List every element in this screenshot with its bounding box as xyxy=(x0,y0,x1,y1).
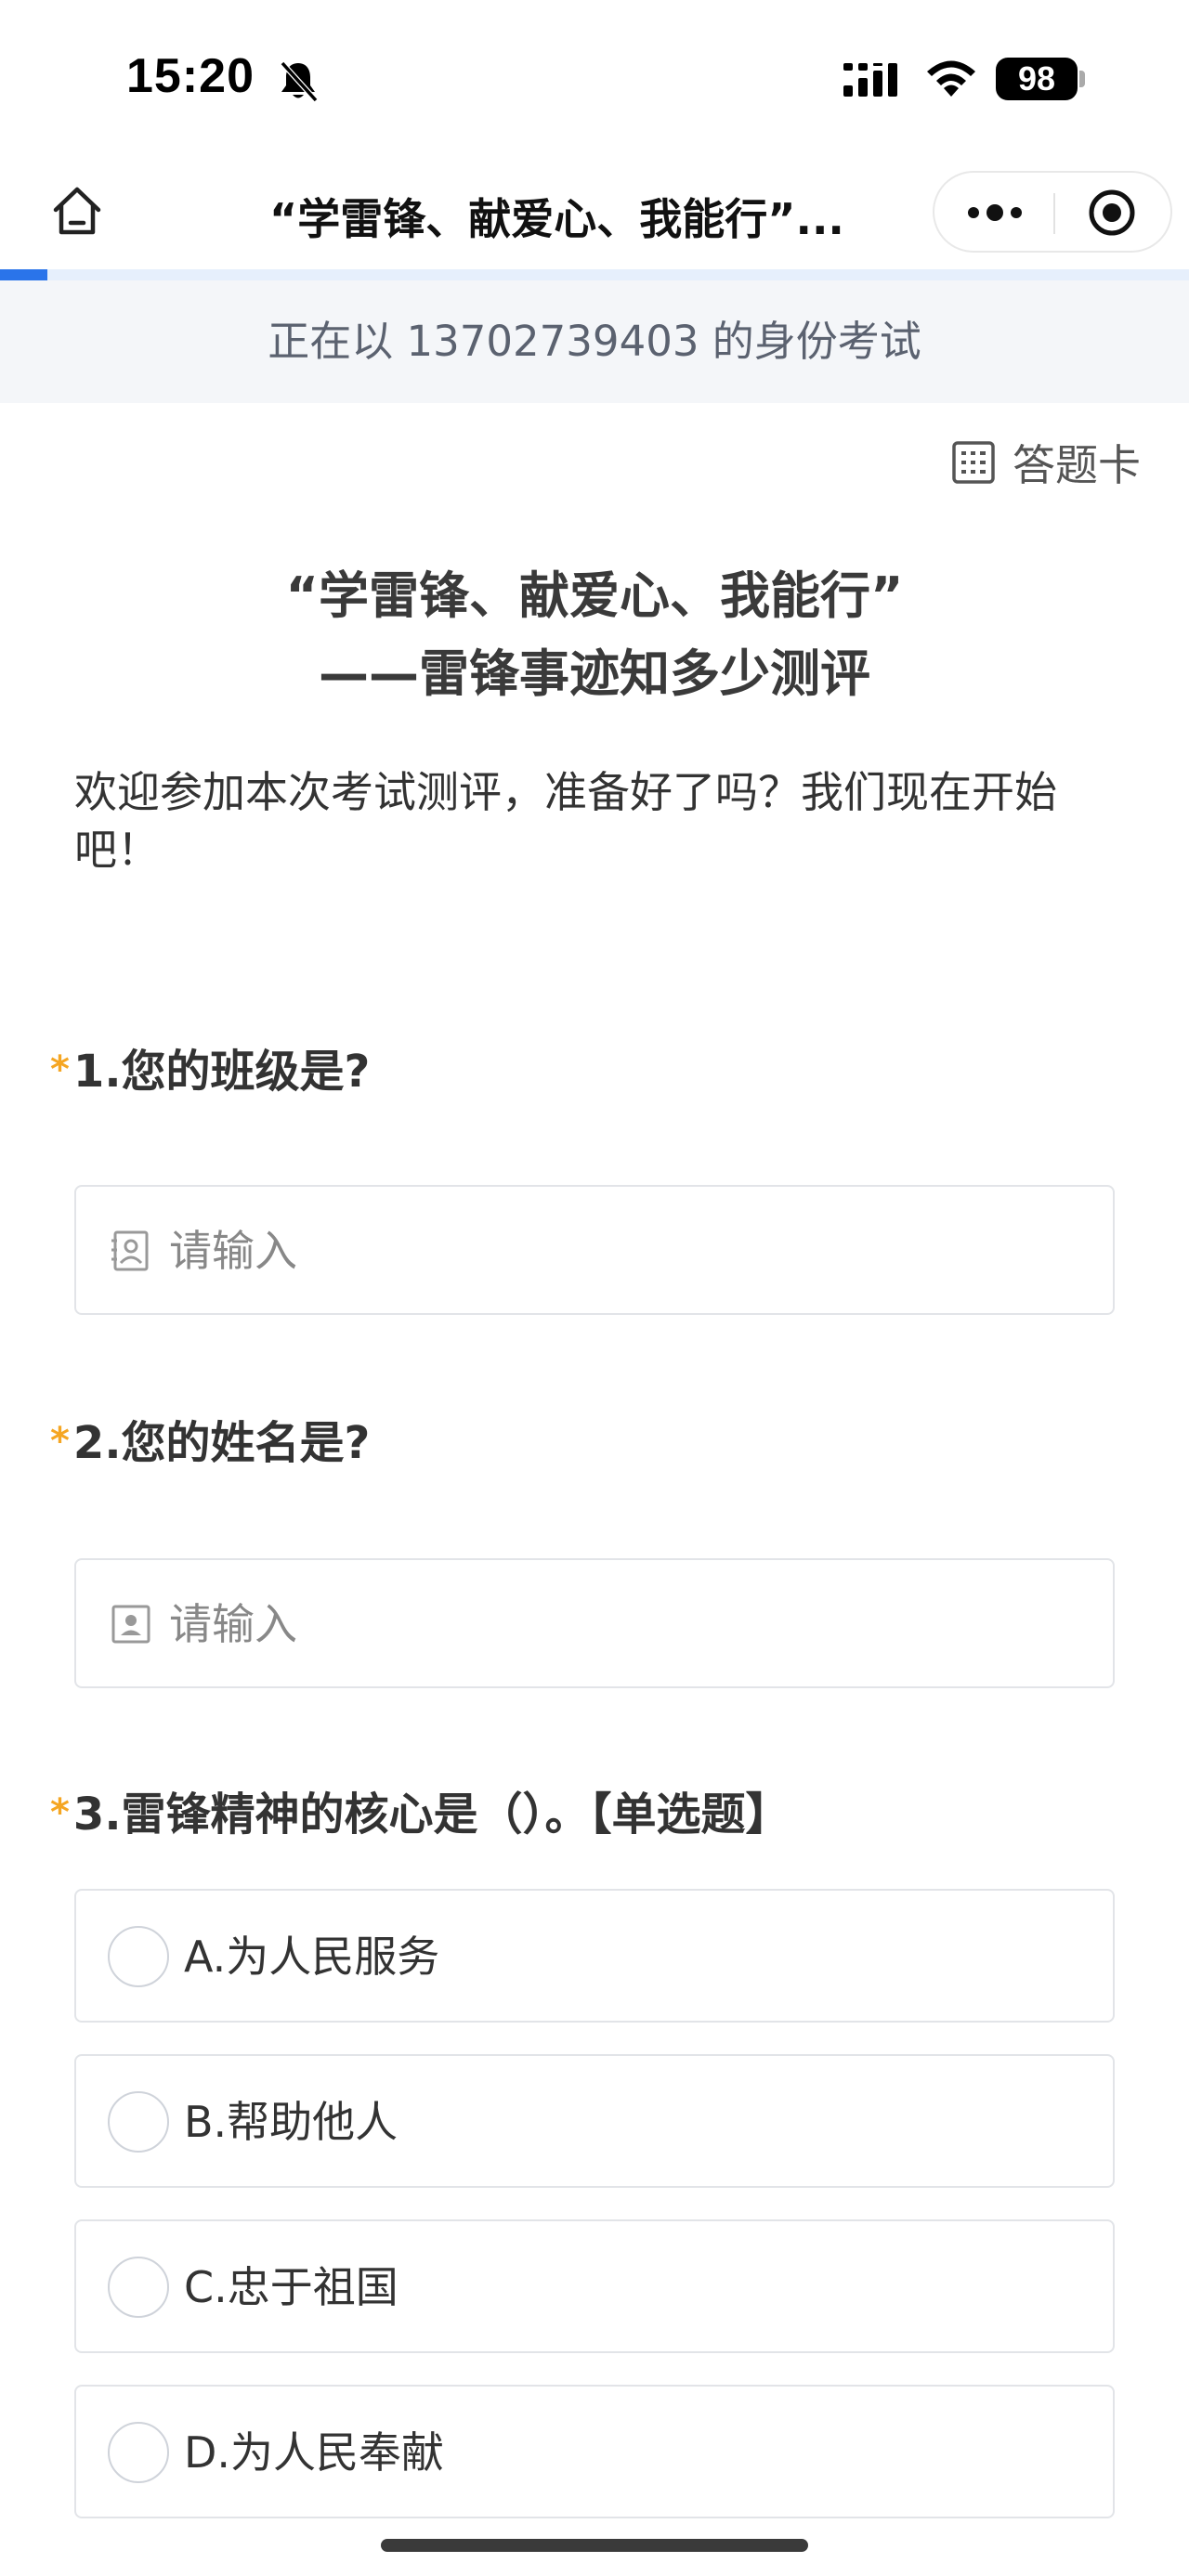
required-mark: * xyxy=(50,1791,70,1834)
radio-button[interactable] xyxy=(108,1926,169,1987)
status-time: 15:20 xyxy=(126,49,255,103)
class-input[interactable] xyxy=(169,1220,1079,1281)
status-bar: 15:20 98 xyxy=(0,0,1189,158)
question-3-text: 3.雷锋精神的核心是（）。【单选题】 xyxy=(72,1789,790,1841)
progress-fill xyxy=(0,269,48,280)
name-input-box[interactable] xyxy=(74,1558,1115,1688)
survey-title-line2: ——雷锋事迹知多少测评 xyxy=(319,644,870,703)
question-1-title: *1.您的班级是? xyxy=(50,1042,370,1101)
question-1-text: 1.您的班级是? xyxy=(72,1046,371,1098)
signal-icon xyxy=(843,63,897,97)
option-d[interactable]: D.为人民奉献 xyxy=(74,2385,1115,2518)
bell-slash-icon xyxy=(280,60,319,103)
class-card-icon xyxy=(111,1230,149,1271)
question-2-title: *2.您的姓名是? xyxy=(50,1413,370,1473)
answer-card-button[interactable]: 答题卡 xyxy=(951,435,1141,490)
answer-card-label: 答题卡 xyxy=(1013,440,1141,490)
grid-card-icon xyxy=(952,441,995,484)
mini-program-capsule xyxy=(933,171,1172,253)
option-b[interactable]: B.帮助他人 xyxy=(74,2054,1115,2188)
radio-button[interactable] xyxy=(108,2422,169,2483)
option-c[interactable]: C.忠于祖国 xyxy=(74,2219,1115,2353)
option-label: C.忠于祖国 xyxy=(184,2262,399,2312)
battery-cap xyxy=(1079,71,1085,87)
option-label: D.为人民奉献 xyxy=(184,2427,445,2478)
wifi-icon xyxy=(927,60,975,97)
survey-intro: 欢迎参加本次考试测评，准备好了吗？我们现在开始吧！ xyxy=(74,767,1057,875)
question-2-text: 2.您的姓名是? xyxy=(72,1417,371,1469)
nav-bar: “学雷锋、献爱心、我能行”... xyxy=(0,158,1189,269)
question-3-title: *3.雷锋精神的核心是（）。【单选题】 xyxy=(50,1785,790,1844)
nav-title: “学雷锋、献爱心、我能行”... xyxy=(269,194,844,244)
radio-button[interactable] xyxy=(108,2257,169,2318)
name-input[interactable] xyxy=(169,1594,1079,1655)
person-card-icon xyxy=(111,1605,150,1644)
home-icon[interactable] xyxy=(48,182,106,240)
identity-banner: 正在以 13702739403 的身份考试 xyxy=(0,280,1189,403)
survey-title-line1: “学雷锋、献爱心、我能行” xyxy=(285,566,904,625)
battery-icon: 98 xyxy=(996,58,1085,100)
required-mark: * xyxy=(50,1048,70,1091)
option-label: B.帮助他人 xyxy=(184,2097,399,2147)
option-label: A.为人民服务 xyxy=(184,1932,440,1982)
class-input-box[interactable] xyxy=(74,1185,1115,1315)
capsule-divider xyxy=(1053,193,1055,234)
radio-button[interactable] xyxy=(108,2091,169,2153)
progress-bar xyxy=(0,269,1189,280)
option-a[interactable]: A.为人民服务 xyxy=(74,1889,1115,2023)
required-mark: * xyxy=(50,1420,70,1463)
survey-title: “学雷锋、献爱心、我能行” ——雷锋事迹知多少测评 xyxy=(0,557,1189,713)
battery-level: 98 xyxy=(996,58,1078,100)
close-target-icon[interactable] xyxy=(1087,188,1137,238)
more-icon[interactable] xyxy=(962,189,1027,236)
home-indicator xyxy=(381,2539,808,2552)
